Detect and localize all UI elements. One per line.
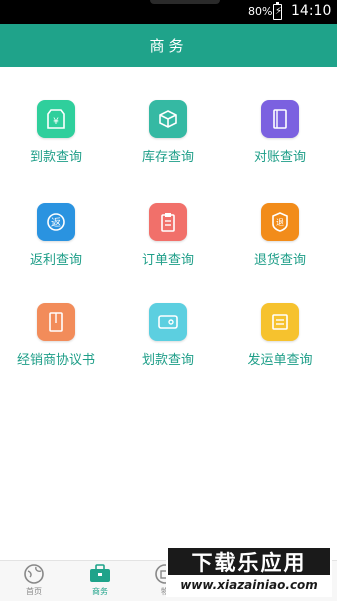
svg-text:退: 退 (276, 218, 284, 227)
tile-statement-query[interactable]: 对账查询 (224, 100, 336, 180)
money-tag-icon: ¥ (37, 100, 75, 138)
tile-inventory-query[interactable]: 库存查询 (112, 100, 224, 180)
clock: 14:10 (291, 3, 332, 19)
nav-label: 商务 (92, 587, 108, 596)
nav-home[interactable]: 首页 (4, 563, 64, 599)
briefcase-icon (90, 564, 110, 582)
tile-label: 发运单查询 (247, 353, 313, 368)
svg-text:返: 返 (51, 217, 61, 229)
watermark: 下载乐应用 www.xiazainiao.com (166, 545, 332, 597)
ledger-book-icon (261, 100, 299, 138)
tile-transfer-query[interactable]: 划款查询 (112, 303, 224, 383)
tile-label: 退货查询 (253, 253, 306, 268)
card-icon (149, 303, 187, 341)
tile-order-query[interactable]: 订单查询 (112, 203, 224, 283)
app-header: 商务 (0, 24, 337, 67)
nav-business[interactable]: 商务 (70, 563, 130, 599)
svg-text:¥: ¥ (53, 117, 59, 127)
rebate-coin-icon: 返 (37, 203, 75, 241)
clipboard-icon (149, 203, 187, 241)
tile-label: 返利查询 (29, 253, 82, 268)
watermark-url: www.xiazainiao.com (180, 578, 318, 592)
tile-waybill-query[interactable]: 发运单查询 (224, 303, 336, 383)
status-bar: 80% ⚡ 14:10 (0, 0, 337, 24)
tile-label: 划款查询 (141, 353, 194, 368)
nav-label: 首页 (26, 587, 42, 596)
tile-rebate-query[interactable]: 返 返利查询 (0, 203, 112, 283)
agreement-book-icon (37, 303, 75, 341)
tile-payment-query[interactable]: ¥ 到款查询 (0, 100, 112, 180)
waybill-icon (261, 303, 299, 341)
tile-label: 经销商协议书 (16, 353, 95, 368)
tile-return-query[interactable]: 退 退货查询 (224, 203, 336, 283)
battery-percent: 80% (248, 5, 273, 18)
globe-icon (24, 564, 44, 584)
tile-label: 库存查询 (141, 150, 194, 165)
tile-label: 对账查询 (253, 150, 306, 165)
camera-notch (150, 0, 220, 4)
page-title: 商务 (149, 37, 188, 55)
tile-dealer-agreement[interactable]: 经销商协议书 (0, 303, 112, 383)
tile-label: 到款查询 (29, 150, 82, 165)
return-box-icon: 退 (261, 203, 299, 241)
boxes-icon (149, 100, 187, 138)
tile-label: 订单查询 (141, 253, 194, 268)
watermark-logo: 下载乐应用 (168, 548, 330, 575)
battery-icon: ⚡ (273, 2, 282, 20)
